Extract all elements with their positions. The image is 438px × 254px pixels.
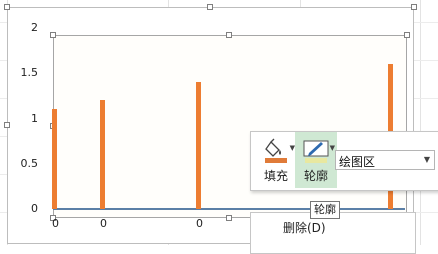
chart-resize-handle-ml[interactable] xyxy=(4,122,10,128)
outline-label: 轮廓 xyxy=(303,169,328,183)
plot-resize-handle-bm[interactable] xyxy=(226,215,232,221)
chevron-down-icon[interactable]: ▼ xyxy=(424,155,430,164)
outline-tooltip: 轮廓 xyxy=(310,201,340,219)
outline-button[interactable]: ▼ 轮廓 xyxy=(295,132,337,188)
y-tick-label: 2 xyxy=(31,21,38,34)
plot-resize-handle-tl[interactable] xyxy=(50,32,56,38)
y-tick-label: 1.5 xyxy=(20,66,39,80)
chart-resize-handle-tl[interactable] xyxy=(4,4,10,10)
pen-outline-icon xyxy=(303,140,329,163)
x-tick-label: 0 xyxy=(196,217,203,230)
chart-element-select-value: 绘图区 xyxy=(339,155,376,169)
x-axis-line xyxy=(53,208,405,210)
bar[interactable] xyxy=(196,82,201,209)
chart-area[interactable]: 0 0.5 1 1.5 2 0 0 0 xyxy=(4,4,417,244)
format-mini-toolbar: ▼ 填充 ▼ 轮廓 绘图区 ▼ xyxy=(250,131,438,191)
x-tick-label: 0 xyxy=(52,217,59,230)
chart-resize-handle-tr[interactable] xyxy=(411,4,417,10)
paint-bucket-icon xyxy=(265,138,287,163)
bar[interactable] xyxy=(100,100,105,209)
fill-button[interactable]: ▼ 填充 xyxy=(255,132,297,188)
plot-resize-handle-tr[interactable] xyxy=(404,32,410,38)
bar[interactable] xyxy=(52,109,57,209)
y-tick-label: 0.5 xyxy=(20,156,39,170)
y-tick-label: 0 xyxy=(31,202,38,215)
y-tick-label: 1 xyxy=(31,111,38,125)
menu-item-delete[interactable]: 删除(D) xyxy=(283,219,326,236)
chart-element-select[interactable]: 绘图区 ▼ xyxy=(335,150,435,170)
plot-resize-handle-tm[interactable] xyxy=(226,32,232,38)
chart-resize-handle-tm[interactable] xyxy=(207,4,213,10)
fill-label: 填充 xyxy=(263,169,288,183)
x-tick-label: 0 xyxy=(100,217,107,230)
